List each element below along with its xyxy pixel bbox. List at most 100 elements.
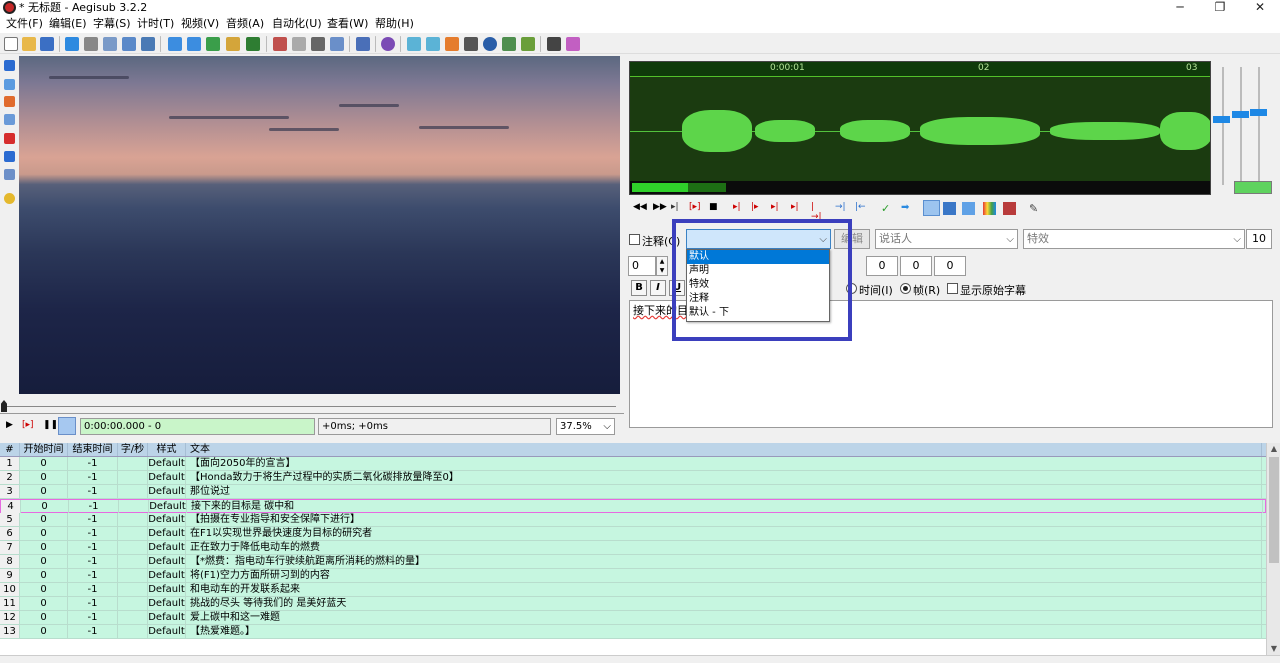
table-row[interactable]: 1 0 -1 Default 【面向2050年的宣言】 [0,457,1266,471]
scroll-thumb[interactable] [1269,457,1279,563]
rotate-z-icon[interactable] [4,96,15,107]
play-before-icon[interactable]: ▸| [733,202,744,213]
vertical-zoom-thumb[interactable] [1250,109,1267,116]
auto-scroll-icon[interactable] [58,417,76,435]
video-display[interactable] [19,56,620,394]
zoom-select[interactable]: 37.5% ⌵ [556,418,615,435]
go-to-icon[interactable]: ➡ [901,202,912,213]
styles-manager-icon[interactable] [168,37,182,51]
auto-scroll-audio-icon[interactable] [962,202,975,215]
margin-vertical-field[interactable]: 0 [934,256,966,276]
table-row[interactable]: 3 0 -1 Default 那位说过 [0,485,1266,499]
play-line-icon[interactable]: [▸] [22,420,34,430]
audio-scrollbar[interactable] [630,181,1210,194]
film-icon[interactable] [226,37,240,51]
menu-view[interactable]: 查看(W) [327,17,368,31]
play-after-icon[interactable]: ▸| [791,202,802,213]
drag-tool-icon[interactable] [4,79,15,90]
underline-button[interactable]: U [669,280,685,296]
tag-icon[interactable] [311,37,325,51]
menu-video[interactable]: 视频(V) [181,17,219,31]
margin-left-field[interactable]: 0 [866,256,898,276]
comment-checkbox[interactable] [629,234,640,245]
play-current-line-icon[interactable]: [▸] [689,202,701,213]
commit-check-icon[interactable]: ✓ [881,202,892,215]
translate-icon[interactable] [330,37,344,51]
forward-icon[interactable] [445,37,459,51]
show-original-checkbox[interactable] [947,283,958,294]
properties-icon[interactable] [187,37,201,51]
style-select[interactable]: ⌵ [686,229,831,249]
new-file-icon[interactable] [4,37,18,51]
check-icon[interactable] [521,37,535,51]
vector-clip-icon[interactable] [4,169,15,180]
style-option[interactable]: 特效 [687,278,829,292]
table-row[interactable]: 6 0 -1 Default 在F1以实现世界最快速度为目标的研究者 [0,527,1266,541]
menu-help[interactable]: 帮助(H) [375,17,414,31]
timing-icon[interactable] [292,37,306,51]
frame-radio[interactable] [900,283,911,294]
menu-edit[interactable]: 编辑(E) [49,17,87,31]
stop-audio-icon[interactable]: ■ [709,202,720,213]
close-button[interactable]: ✕ [1240,0,1280,16]
standard-tool-icon[interactable] [4,60,15,71]
tools-icon[interactable] [547,37,561,51]
snap-start-icon[interactable] [407,37,421,51]
play-after-start-icon[interactable]: |▸ [751,202,762,213]
table-row[interactable]: 7 0 -1 Default 正在致力于降低电动车的燃费 [0,541,1266,555]
play-selection-icon[interactable]: ▸| [671,202,682,213]
jump-arrow-icon[interactable] [65,37,79,51]
spell-check-icon[interactable] [122,37,136,51]
resample-icon[interactable] [356,37,370,51]
styling-assistant-icon[interactable] [566,37,580,51]
pause-icon[interactable]: ❚❚ [43,420,58,430]
pen-icon[interactable]: ✎ [1029,202,1040,215]
maximize-button[interactable]: ❐ [1200,0,1240,16]
video-details-icon[interactable] [246,37,260,51]
audio-scroll-thumb[interactable] [632,183,688,192]
volume-slider-thumb[interactable] [1232,111,1249,118]
seek-thumb[interactable] [1,400,7,412]
lead-in-icon[interactable]: →| [835,202,846,213]
find-icon[interactable] [84,37,98,51]
table-row[interactable]: 5 0 -1 Default 【拍摄在专业指导和安全保障下进行】 [0,513,1266,527]
auto-commit-icon[interactable] [923,200,940,216]
play-to-end-icon[interactable]: |→| [811,202,822,222]
video-zoom-icon[interactable] [206,37,220,51]
replace-icon[interactable] [103,37,117,51]
italic-button[interactable]: I [650,280,666,296]
shift-times-icon[interactable] [273,37,287,51]
bold-button[interactable]: B [631,280,647,296]
save-icon[interactable] [40,37,54,51]
zoom-slider-thumb[interactable] [1213,116,1230,123]
snap-end-icon[interactable] [426,37,440,51]
actor-select[interactable]: 说话人 ⌵ [875,229,1018,249]
margin-right-field[interactable]: 0 [900,256,932,276]
help-icon[interactable] [4,193,15,204]
stop-icon[interactable] [464,37,478,51]
layer-spin-field[interactable]: 0 [628,256,656,276]
menu-subtitle[interactable]: 字幕(S) [93,17,131,31]
effect-select[interactable]: 特效 ⌵ [1023,229,1245,249]
rotate-xy-icon[interactable] [4,114,15,125]
attachments-icon[interactable] [141,37,155,51]
table-row-active[interactable]: 4 0 -1 Default 接下来的目标是 碳中和 [0,499,1266,513]
table-row[interactable]: 13 0 -1 Default 【热爱难题。】 [0,625,1266,639]
kanji-timer-icon[interactable] [502,37,516,51]
style-option[interactable]: 声明 [687,264,829,278]
play-icon[interactable]: ▶ [6,420,13,430]
grid-scrollbar[interactable]: ▲ ▼ [1266,443,1280,655]
menu-timing[interactable]: 计时(T) [137,17,174,31]
clock-icon[interactable] [483,37,497,51]
scale-icon[interactable] [4,133,15,144]
next-line-icon[interactable]: ▶▶ [653,202,667,213]
style-option[interactable]: 默认 - 下 [687,306,829,320]
table-row[interactable]: 11 0 -1 Default 挑战的尽头 等待我们的 是美好蓝天 [0,597,1266,611]
video-time-field[interactable]: 0:00:00.000 - 0 [80,418,315,435]
prev-line-icon[interactable]: ◀◀ [633,202,647,213]
menu-file[interactable]: 文件(F) [6,17,43,31]
auto-next-icon[interactable] [943,202,956,215]
menu-automation[interactable]: 自动化(U) [272,17,322,31]
table-row[interactable]: 2 0 -1 Default 【Honda致力于将生产过程中的实质二氧化碳排放量降至0】 [0,471,1266,485]
minimize-button[interactable]: ─ [1160,0,1200,16]
